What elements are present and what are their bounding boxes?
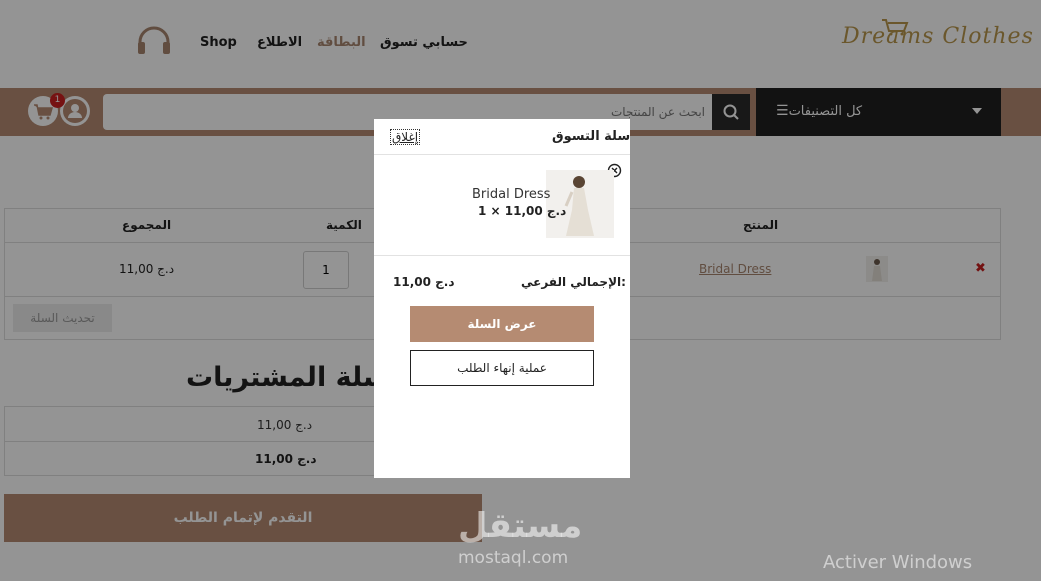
modal-divider bbox=[374, 154, 630, 155]
view-cart-button[interactable]: عرض السلة bbox=[410, 306, 594, 342]
subtotal-value: 11,00 د.ج bbox=[393, 275, 455, 289]
close-button[interactable]: إغلاق bbox=[390, 129, 421, 145]
watermark-text: مستقل bbox=[458, 506, 583, 546]
mini-cart-item-name[interactable]: Bridal Dress bbox=[472, 187, 550, 202]
subtotal-label: الإجمالي الفرعي: bbox=[521, 275, 626, 289]
mini-cart-title: سلة التسوق bbox=[552, 129, 631, 144]
checkout-button[interactable]: عملية إنهاء الطلب bbox=[410, 350, 594, 386]
watermark-url: mostaql.com bbox=[458, 548, 569, 568]
modal-divider bbox=[374, 255, 630, 256]
windows-activation-notice: Activer Windows bbox=[823, 552, 973, 573]
mini-cart-item-qty-price: 1 × 11,00 د.ج bbox=[478, 204, 567, 218]
